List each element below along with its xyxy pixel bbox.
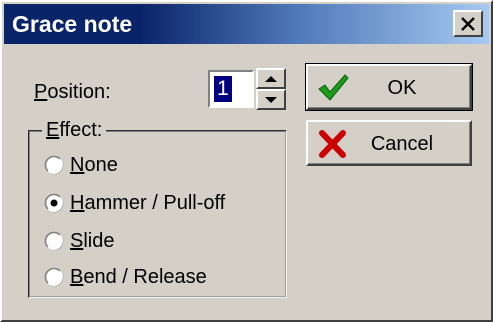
radio-button-icon[interactable] xyxy=(44,193,64,213)
radio-label: Slide xyxy=(70,229,115,252)
title-bar[interactable]: Grace note xyxy=(4,4,489,44)
position-input[interactable]: 1 xyxy=(208,70,254,108)
ok-label: OK xyxy=(387,77,417,99)
radio-bend-release[interactable]: Bend / Release xyxy=(44,262,207,292)
spin-down-icon xyxy=(265,96,277,103)
cancel-button[interactable]: Cancel xyxy=(306,120,472,166)
radio-label: None xyxy=(70,153,118,176)
radio-slide[interactable]: Slide xyxy=(44,226,114,256)
spin-up-icon xyxy=(265,75,277,82)
spin-up-button[interactable] xyxy=(256,68,286,89)
radio-hammer-pull-off[interactable]: Hammer / Pull-off xyxy=(44,188,225,218)
radio-label: Bend / Release xyxy=(70,265,207,288)
close-icon xyxy=(461,16,475,31)
spin-down-button[interactable] xyxy=(256,89,286,110)
radio-none[interactable]: None xyxy=(44,150,118,180)
grace-note-dialog: Grace note Position: 1 Effect: None Hamm… xyxy=(0,0,493,322)
radio-button-icon[interactable] xyxy=(44,155,64,175)
position-label: Position: xyxy=(34,81,111,103)
position-spinner xyxy=(256,68,286,110)
window-title: Grace note xyxy=(12,11,133,37)
radio-button-icon[interactable] xyxy=(44,267,64,287)
effect-legend: Effect: xyxy=(42,118,107,142)
radio-button-icon[interactable] xyxy=(44,231,64,251)
position-value: 1 xyxy=(214,76,232,102)
close-button[interactable] xyxy=(453,10,483,37)
radio-label: Hammer / Pull-off xyxy=(70,191,226,214)
ok-button[interactable]: OK xyxy=(305,63,473,111)
cancel-label: Cancel xyxy=(370,133,434,155)
